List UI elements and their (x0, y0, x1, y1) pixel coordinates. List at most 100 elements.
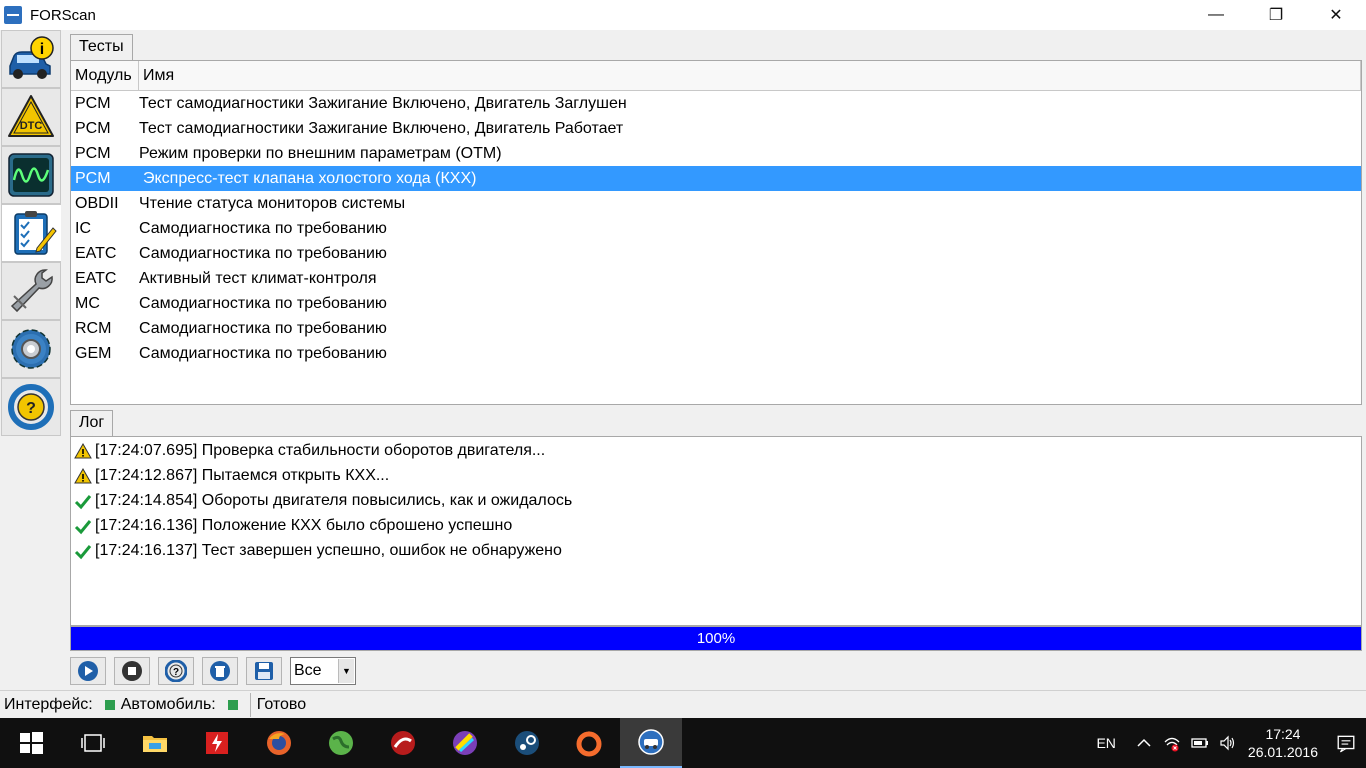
start-test-button[interactable] (70, 657, 106, 685)
clear-log-button[interactable] (202, 657, 238, 685)
action-center-button[interactable] (1326, 718, 1366, 768)
svg-text:?: ? (173, 667, 179, 678)
red-lightning-app-icon (206, 732, 228, 754)
status-bar: Интерфейс: Автомобиль: Готово (0, 690, 1366, 718)
sidebar-item-settings[interactable] (1, 320, 61, 378)
windows-start-icon (20, 732, 43, 754)
sidebar-item-tests[interactable] (1, 204, 61, 262)
column-header-module[interactable]: Модуль (71, 61, 139, 90)
battery-icon (1191, 738, 1208, 748)
table-row[interactable]: PCM Режим проверки по внешним параметрам … (71, 141, 1361, 166)
interface-status: Интерфейс: Автомобиль: (0, 693, 248, 717)
test-name-cell: Чтение статуса мониторов системы (139, 195, 406, 212)
start-button[interactable] (0, 718, 62, 768)
test-name-cell: Тест самодиагностики Зажигание Включено,… (139, 120, 624, 137)
stop-test-button[interactable] (114, 657, 150, 685)
sidebar-item-oscilloscope[interactable] (1, 146, 61, 204)
log-filter-select[interactable]: Все ▼ (290, 657, 356, 685)
sidebar: i DTC ? (0, 30, 62, 690)
table-row[interactable]: RCM Самодиагностика по требованию (71, 316, 1361, 341)
red-circle-app-icon (391, 731, 415, 755)
tests-list-header: Модуль Имя (71, 61, 1361, 91)
language-indicator[interactable]: EN (1082, 735, 1129, 751)
sidebar-item-vehicle-info[interactable]: i (1, 30, 61, 88)
table-row[interactable]: OBDII Чтение статуса мониторов системы (71, 191, 1361, 216)
table-row[interactable]: EATC Активный тест климат-контроля (71, 266, 1361, 291)
delete-icon (210, 661, 230, 681)
battery-button[interactable] (1186, 718, 1214, 768)
taskbar-file-explorer[interactable] (124, 718, 186, 768)
gear-icon (11, 329, 51, 369)
table-row[interactable]: PCM Экспресс-тест клапана холостого хода … (71, 166, 1361, 191)
speaker-icon (1220, 735, 1235, 751)
close-button[interactable]: ✕ (1306, 0, 1366, 30)
vehicle-label: Автомобиль: (120, 695, 216, 713)
test-name-cell: Самодиагностика по требованию (139, 295, 387, 312)
volume-button[interactable] (1214, 718, 1242, 768)
table-row[interactable]: PCM Тест самодиагностики Зажигание Включе… (71, 91, 1361, 116)
log-entry[interactable]: [17:24:07.695] Проверка стабильности обо… (71, 438, 1361, 463)
task-view-icon (81, 734, 105, 752)
module-cell: OBDII (75, 195, 119, 212)
steering-help-icon: ? (8, 384, 54, 430)
firefox-icon (267, 731, 291, 755)
taskbar-colorful-app[interactable] (434, 718, 496, 768)
table-row[interactable]: GEM Самодиагностика по требованию (71, 341, 1361, 366)
show-hidden-icons-button[interactable] (1130, 718, 1158, 768)
file-explorer-icon (143, 736, 167, 752)
window-title: FORScan (30, 6, 96, 24)
column-header-name[interactable]: Имя (139, 61, 1361, 90)
taskbar-red-circle-app[interactable] (372, 718, 434, 768)
interface-label: Интерфейс: (4, 695, 93, 713)
module-cell: GEM (75, 345, 112, 362)
clock[interactable]: 17:24 26.01.2016 (1242, 725, 1326, 761)
chevron-down-icon[interactable]: ▼ (338, 659, 354, 683)
taskbar-globe-app[interactable] (310, 718, 372, 768)
taskbar-forscan[interactable] (620, 718, 682, 768)
tab-tests[interactable]: Тесты (70, 34, 133, 61)
play-icon (78, 661, 98, 681)
system-tray: EN 17:24 26.01.2016 (1082, 718, 1366, 768)
module-cell: PCM (75, 120, 111, 137)
log-entry[interactable]: [17:24:12.867] Пытаемся открыть КХХ... (71, 463, 1361, 488)
tests-list: Модуль Имя PCM Тест самодиагностики Зажиг… (70, 60, 1362, 405)
module-cell: MC (75, 295, 100, 312)
sidebar-item-dtc[interactable]: DTC (1, 88, 61, 146)
check-icon (74, 517, 92, 535)
log-entry-text: [17:24:07.695] Проверка стабильности обо… (95, 441, 546, 459)
log-entry[interactable]: [17:24:16.136] Положение КХХ было сброше… (71, 513, 1361, 538)
taskbar-origin[interactable] (558, 718, 620, 768)
table-row[interactable]: IC Самодиагностика по требованию (71, 216, 1361, 241)
log-entry-text: [17:24:14.854] Обороты двигателя повысил… (95, 491, 573, 509)
table-row[interactable]: EATC Самодиагностика по требованию (71, 241, 1361, 266)
task-view-button[interactable] (62, 718, 124, 768)
maximize-button[interactable]: ❐ (1246, 0, 1306, 30)
sidebar-item-service[interactable] (1, 262, 61, 320)
log-entry-text: [17:24:16.136] Положение КХХ было сброше… (95, 516, 513, 534)
log-entry-text: [17:24:16.137] Тест завершен успешно, ош… (95, 541, 562, 559)
module-cell: PCM (75, 95, 111, 112)
module-cell: EATC (75, 245, 117, 262)
test-name-cell: Самодиагностика по требованию (139, 220, 387, 237)
help-button[interactable]: ? (158, 657, 194, 685)
taskbar-firefox[interactable] (248, 718, 310, 768)
log-entry[interactable]: [17:24:16.137] Тест завершен успешно, ош… (71, 538, 1361, 563)
minimize-button[interactable]: — (1186, 0, 1246, 30)
save-log-button[interactable] (246, 657, 282, 685)
state-label: Готово (256, 695, 307, 713)
warning-icon (74, 467, 92, 485)
taskbar-red-app[interactable] (186, 718, 248, 768)
help-icon: ? (165, 660, 187, 682)
module-cell: PCM (75, 145, 111, 162)
log-entry[interactable]: [17:24:14.854] Обороты двигателя повысил… (71, 488, 1361, 513)
table-row[interactable]: PCM Тест самодиагностики Зажигание Включе… (71, 116, 1361, 141)
table-row[interactable]: MC Самодиагностика по требованию (71, 291, 1361, 316)
sidebar-item-help[interactable]: ? (1, 378, 61, 436)
taskbar-steam[interactable] (496, 718, 558, 768)
log-panel: [17:24:07.695] Проверка стабильности обо… (70, 436, 1362, 626)
network-button[interactable] (1158, 718, 1186, 768)
test-name-cell: Самодиагностика по требованию (139, 320, 387, 337)
window-controls: — ❐ ✕ (1186, 0, 1366, 30)
tab-log[interactable]: Лог (70, 410, 114, 437)
module-cell: PCM (75, 170, 111, 187)
